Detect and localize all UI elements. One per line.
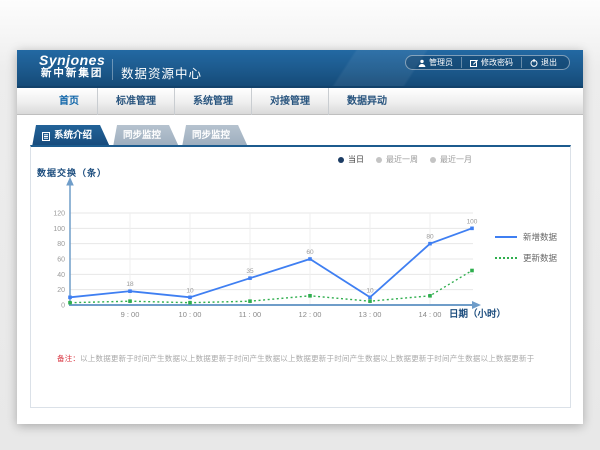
svg-text:11 : 00: 11 : 00: [239, 310, 261, 319]
tab-label: 同步监控: [192, 125, 230, 147]
app-title: 数据资源中心: [121, 63, 202, 82]
svg-text:120: 120: [53, 211, 65, 218]
footnote: 备注：以上数据更新于时间产生数据以上数据更新于时间产生数据以上数据更新于时间产生…: [57, 353, 562, 364]
svg-text:12 : 00: 12 : 00: [299, 310, 322, 319]
edit-icon: [470, 59, 478, 67]
svg-text:9 : 00: 9 : 00: [121, 310, 140, 319]
svg-text:10: 10: [366, 287, 374, 294]
chart-x-axis-title: 日期（小时）: [449, 306, 506, 320]
legend-item-1[interactable]: 新增数据: [495, 231, 557, 243]
brand-logo-en: Synjones: [39, 53, 105, 68]
svg-text:80: 80: [57, 241, 65, 248]
svg-text:13 : 00: 13 : 00: [359, 310, 382, 319]
legend-label: 新增数据: [523, 231, 557, 243]
header-divider: [112, 59, 113, 80]
logout-label: 退出: [541, 57, 557, 68]
svg-text:35: 35: [246, 268, 254, 275]
svg-text:60: 60: [57, 257, 65, 264]
user-menu-label: 管理员: [429, 57, 453, 68]
footnote-text: 以上数据更新于时间产生数据以上数据更新于时间产生数据以上数据更新于时间产生数据以…: [80, 354, 534, 363]
svg-text:100: 100: [53, 226, 65, 233]
user-toolbar: 管理员 修改密码 退出: [405, 55, 570, 70]
svg-text:20: 20: [57, 287, 65, 294]
tab-1[interactable]: 系统介绍: [32, 125, 110, 147]
user-icon: [418, 59, 426, 67]
app-window: Synjones 新中新集团 数据资源中心 管理员 修改密码 退出 首页标准管理…: [17, 50, 583, 424]
change-password-label: 修改密码: [481, 57, 513, 68]
svg-text:14 : 00: 14 : 00: [419, 310, 442, 319]
chart-legend: 新增数据更新数据: [495, 231, 557, 264]
svg-text:0: 0: [61, 303, 65, 310]
nav-item-1[interactable]: 首页: [41, 88, 97, 115]
logout-icon: [530, 59, 538, 67]
svg-text:80: 80: [426, 234, 434, 241]
tab-bar: 系统介绍 同步监控 同步监控: [32, 125, 251, 147]
change-password-button[interactable]: 修改密码: [461, 57, 521, 68]
chart-svg: 0 20 40 60 80 100 120 9 : 00 10 : 00 11 : 00 12 : …: [31, 147, 570, 406]
tab-label: 系统介绍: [54, 125, 92, 147]
svg-text:10: 10: [186, 287, 194, 294]
tab-2[interactable]: 同步监控: [113, 125, 179, 147]
footnote-prefix: 备注：: [57, 354, 80, 363]
nav-item-5[interactable]: 数据异动: [328, 88, 405, 115]
brand-logo: Synjones 新中新集团: [39, 53, 105, 79]
tab-label: 同步监控: [123, 125, 161, 147]
brand-logo-cn: 新中新集团: [39, 68, 105, 79]
app-header: Synjones 新中新集团 数据资源中心 管理员 修改密码 退出: [17, 50, 583, 88]
document-icon: [42, 132, 50, 141]
svg-text:60: 60: [306, 249, 314, 256]
logout-button[interactable]: 退出: [521, 57, 565, 68]
legend-label: 更新数据: [523, 252, 557, 264]
legend-swatch-icon: [495, 257, 517, 259]
nav-item-3[interactable]: 系统管理: [174, 88, 251, 115]
legend-swatch-icon: [495, 236, 517, 238]
svg-text:40: 40: [57, 272, 65, 279]
svg-text:100: 100: [467, 218, 478, 225]
svg-text:18: 18: [126, 281, 134, 288]
user-menu-button[interactable]: 管理员: [410, 57, 461, 68]
nav-item-4[interactable]: 对接管理: [251, 88, 328, 115]
nav-item-2[interactable]: 标准管理: [97, 88, 174, 115]
tab-3[interactable]: 同步监控: [182, 125, 248, 147]
main-nav: 首页标准管理系统管理对接管理数据异动: [17, 88, 583, 115]
chart-panel: 当日最近一周最近一月 数据交换（条） 0204060801001209 : 00…: [30, 145, 571, 408]
svg-text:10 : 00: 10 : 00: [179, 310, 202, 319]
legend-item-2[interactable]: 更新数据: [495, 252, 557, 264]
